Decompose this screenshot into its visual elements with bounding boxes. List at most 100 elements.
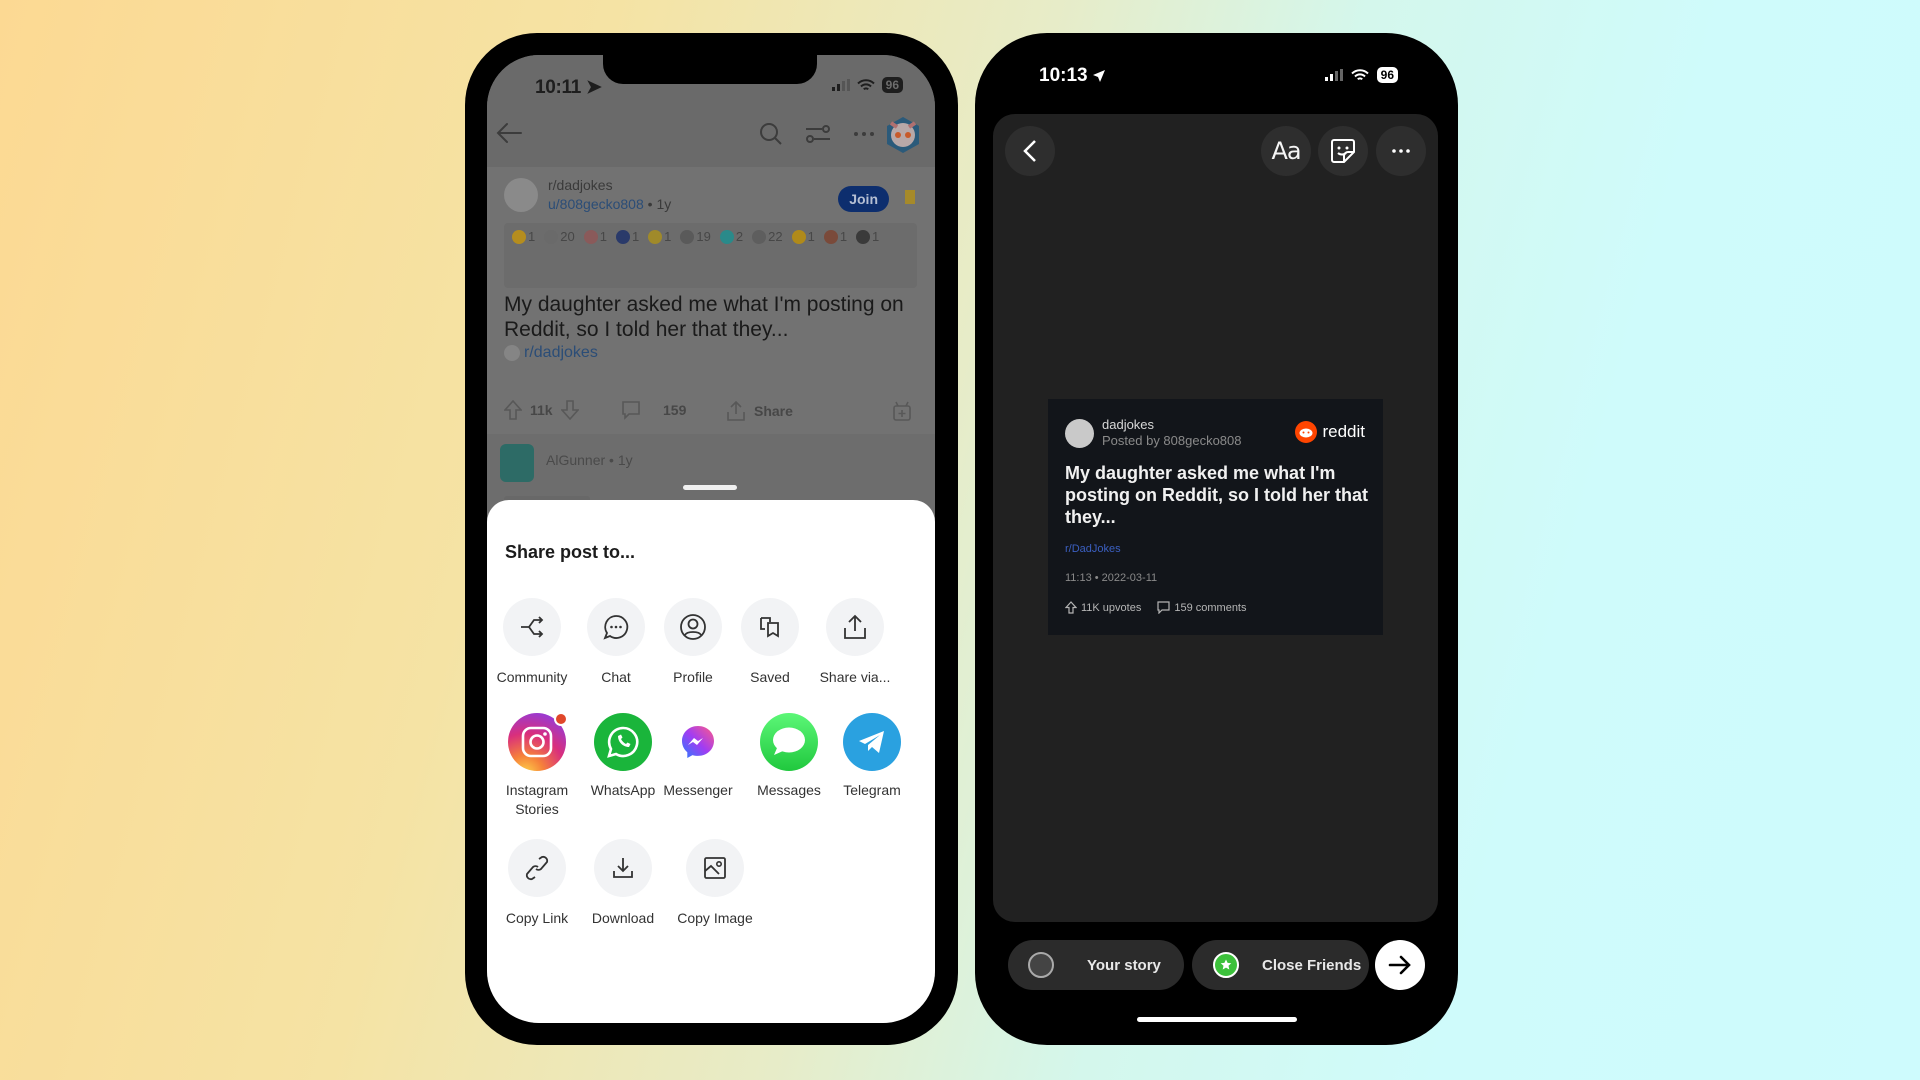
- award-count: 20: [560, 229, 575, 244]
- award-icon: [615, 229, 630, 244]
- share-saved[interactable]: Saved: [725, 598, 815, 687]
- notification-dot: [554, 712, 568, 726]
- arrow-left-icon: [496, 123, 522, 143]
- filter-icon[interactable]: [805, 123, 831, 145]
- award-item: 2: [719, 229, 743, 244]
- award-item: 1: [615, 229, 640, 244]
- award-icon: [719, 229, 734, 244]
- downvote-icon[interactable]: [560, 400, 579, 420]
- more-button[interactable]: [1376, 126, 1426, 176]
- award-count: 1: [664, 229, 672, 244]
- award-count: 1: [599, 229, 607, 244]
- award-item: 1: [583, 229, 607, 244]
- upvote-icon[interactable]: [504, 400, 522, 420]
- whatsapp-icon: [607, 726, 639, 758]
- left-phone: 10:11 ➤ 96 r/dadjokes u/808gecko808 • 1y…: [465, 33, 958, 1045]
- battery-indicator: 96: [881, 77, 903, 93]
- share-copy-link[interactable]: Copy Link: [492, 839, 582, 928]
- award-icon: [752, 229, 767, 244]
- instagram-icon: [521, 726, 553, 758]
- notch: [603, 55, 817, 84]
- right-phone: 10:13 96 Aa dadjokes Posted by 808gecko8…: [975, 33, 1458, 1045]
- post-author[interactable]: u/808gecko808 • 1y: [548, 196, 671, 212]
- subreddit-avatar: [504, 178, 538, 212]
- community-link[interactable]: r/dadjokes: [504, 344, 598, 362]
- award-icon: [680, 229, 695, 244]
- more-icon[interactable]: [853, 131, 875, 137]
- share-icon: [727, 400, 745, 421]
- award-icon: [791, 229, 806, 244]
- back-button[interactable]: [495, 121, 523, 148]
- comment-icon: [622, 401, 640, 420]
- sticker-button[interactable]: [1318, 126, 1368, 176]
- battery-indicator: 96: [1376, 67, 1398, 83]
- location-icon: ➤: [586, 77, 602, 98]
- profile-icon: [680, 614, 706, 640]
- awards-bar[interactable]: 1 20 1 1 1 19 2 22 1 1 1: [504, 223, 917, 288]
- bookmark-icon[interactable]: [905, 190, 915, 204]
- award-count: 1: [528, 229, 536, 244]
- award-icon: [512, 229, 526, 244]
- next-button[interactable]: [1375, 940, 1425, 990]
- close-friends-button[interactable]: Close Friends: [1192, 940, 1369, 990]
- vote-group: 11k: [504, 400, 579, 420]
- award-item: 22: [752, 229, 783, 244]
- share-button[interactable]: Share: [726, 400, 793, 422]
- award-item: 1: [791, 229, 815, 244]
- chat-icon: [603, 615, 629, 640]
- card-title: My daughter asked me what I'm posting on…: [1065, 463, 1368, 527]
- post-actions: 11k 159 Share: [504, 400, 914, 422]
- card-timestamp: 11:13 • 2022-03-11: [1065, 572, 1158, 584]
- award-item: 1: [856, 229, 879, 244]
- comments-button[interactable]: 159: [621, 400, 686, 420]
- back-button[interactable]: [1005, 126, 1055, 176]
- star-icon: [1213, 952, 1239, 978]
- share-via[interactable]: Share via...: [810, 598, 900, 687]
- award-icon: [544, 229, 559, 244]
- telegram-icon: [859, 731, 884, 753]
- user-avatar[interactable]: [883, 113, 923, 157]
- upvote-count: 11k: [530, 402, 553, 418]
- messenger-icon: [682, 726, 714, 758]
- award-count: 1: [631, 229, 640, 244]
- subreddit-name[interactable]: r/dadjokes: [548, 177, 613, 193]
- award-item: 19: [680, 229, 711, 244]
- share-sheet-title: Share post to...: [505, 542, 636, 562]
- card-stats: 11K upvotes 159 comments: [1065, 601, 1247, 614]
- search-icon[interactable]: [759, 122, 783, 146]
- subreddit-avatar: [1065, 419, 1094, 448]
- award-count: 1: [807, 229, 815, 244]
- reddit-screen: 10:11 ➤ 96 r/dadjokes u/808gecko808 • 1y…: [487, 55, 935, 1023]
- share-messages[interactable]: Messages: [744, 713, 834, 800]
- post-card[interactable]: r/dadjokes u/808gecko808 • 1y Join 1 20 1 1…: [487, 167, 935, 434]
- award-button[interactable]: [892, 400, 912, 422]
- award-item: 20: [544, 229, 575, 244]
- text-tool-button[interactable]: Aa: [1261, 126, 1311, 176]
- reddit-icon: [1295, 421, 1318, 443]
- sheet-grabber[interactable]: [683, 485, 737, 490]
- award-count: 1: [839, 229, 848, 244]
- signal-icon: [1324, 69, 1343, 81]
- share-instagram-stories[interactable]: Instagram Stories: [492, 712, 582, 819]
- share-download[interactable]: Download: [578, 839, 668, 928]
- sticker-icon: [1331, 139, 1355, 163]
- home-indicator[interactable]: [1137, 1017, 1297, 1022]
- share-telegram[interactable]: Telegram: [827, 713, 917, 800]
- share-copy-image[interactable]: Copy Image: [670, 839, 760, 928]
- card-subreddit: dadjokes: [1102, 417, 1155, 432]
- your-story-button[interactable]: Your story: [1008, 940, 1184, 990]
- reddit-post-sticker[interactable]: dadjokes Posted by 808gecko808 reddit My…: [1048, 399, 1383, 635]
- commenter-name[interactable]: AlGunner • 1y: [546, 452, 633, 468]
- join-button[interactable]: Join: [838, 186, 889, 212]
- award-icon: [823, 229, 838, 244]
- share-messenger[interactable]: Messenger: [653, 713, 743, 800]
- share-community[interactable]: Community: [487, 598, 577, 687]
- share-sheet: Share post to... Community Chat Profile …: [487, 500, 935, 1023]
- image-icon: [704, 857, 726, 879]
- subreddit-icon: [504, 345, 520, 361]
- card-upvotes: 11K upvotes: [1065, 601, 1141, 614]
- award-count: 19: [696, 229, 711, 244]
- crosspost-icon: [521, 616, 544, 638]
- post-title[interactable]: My daughter asked me what I'm posting on…: [504, 292, 914, 342]
- link-icon: [525, 855, 549, 881]
